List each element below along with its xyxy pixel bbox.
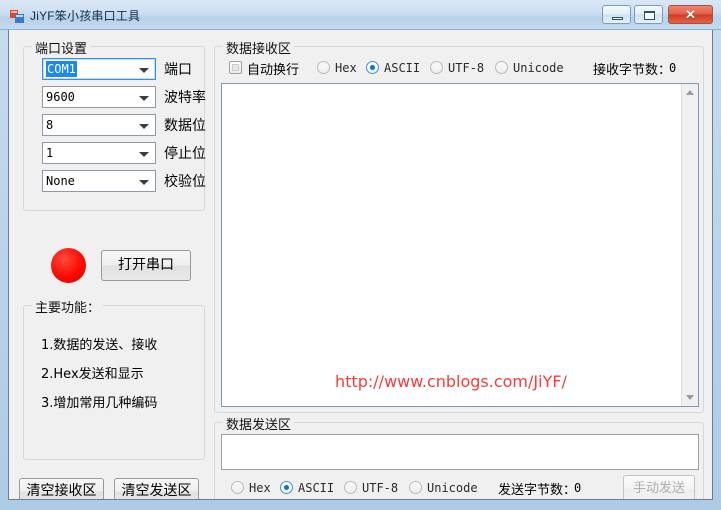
- scroll-down-icon[interactable]: [682, 389, 698, 406]
- baudrate-value: 9600: [46, 90, 75, 104]
- receive-radio-ascii[interactable]: [366, 61, 379, 74]
- send-radio-utf8-label[interactable]: UTF-8: [362, 481, 398, 495]
- application-window: JiYF笨小孩串口工具 ✕ 端口设置 COM1 端口 9600 波特率 8 数据…: [0, 0, 721, 510]
- minimize-icon: [612, 17, 623, 20]
- port-label: 端口: [164, 62, 192, 78]
- receive-byte-count-value: 0: [669, 61, 677, 75]
- maximize-icon: [644, 11, 655, 20]
- watermark-url: http://www.cnblogs.com/JiYF/: [335, 372, 567, 391]
- receive-radio-unicode[interactable]: [495, 61, 508, 74]
- send-radio-unicode[interactable]: [409, 481, 422, 494]
- auto-wrap-checkbox[interactable]: [229, 61, 242, 74]
- clear-receive-button[interactable]: 清空接收区: [19, 478, 104, 499]
- app-form-icon: [9, 8, 25, 24]
- stopbits-label: 停止位: [164, 146, 206, 162]
- feature-item: 3.增加常用几种编码: [41, 396, 158, 411]
- feature-item: 2.Hex发送和显示: [41, 367, 144, 382]
- databits-value: 8: [46, 118, 54, 132]
- receive-radio-utf8-label[interactable]: UTF-8: [448, 61, 484, 75]
- receive-textarea[interactable]: http://www.cnblogs.com/JiYF/: [221, 83, 699, 407]
- send-byte-count-label: 发送字节数：: [498, 483, 577, 498]
- baudrate-combobox[interactable]: 9600: [42, 86, 156, 108]
- port-settings-group: 端口设置 COM1 端口 9600 波特率 8 数据位 1 停止位 None 校…: [23, 38, 206, 211]
- send-radio-unicode-label[interactable]: Unicode: [427, 481, 478, 495]
- parity-label: 校验位: [164, 174, 206, 190]
- databits-label: 数据位: [164, 118, 206, 134]
- receive-radio-ascii-label[interactable]: ASCII: [384, 61, 420, 75]
- receive-radio-hex[interactable]: [317, 61, 330, 74]
- send-controls: Hex ASCII UTF-8 Unicode 发送字节数： 0 手动发送: [221, 475, 699, 499]
- chevron-down-icon: [139, 180, 149, 185]
- receive-radio-hex-label[interactable]: Hex: [335, 61, 357, 75]
- receive-radio-unicode-label[interactable]: Unicode: [513, 61, 564, 75]
- chevron-down-icon: [139, 96, 149, 101]
- baudrate-label: 波特率: [164, 90, 206, 106]
- send-area-title: 数据发送区: [223, 414, 295, 433]
- connection-status-led: [51, 248, 86, 283]
- receive-area-group: 数据接收区 自动换行 Hex ASCII UTF-8 Unicode 接收字节数…: [214, 38, 704, 413]
- parity-value: None: [46, 174, 75, 188]
- databits-combobox[interactable]: 8: [42, 114, 156, 136]
- port-value: COM1: [46, 61, 77, 77]
- send-radio-ascii-label[interactable]: ASCII: [298, 481, 334, 495]
- manual-send-button[interactable]: 手动发送: [623, 475, 695, 499]
- window-title: JiYF笨小孩串口工具: [30, 9, 141, 23]
- feature-item: 1.数据的发送、接收: [41, 338, 158, 353]
- open-port-button[interactable]: 打开串口: [101, 250, 191, 281]
- receive-byte-count-label: 接收字节数：: [593, 63, 672, 78]
- port-settings-title: 端口设置: [32, 38, 91, 57]
- send-radio-hex[interactable]: [231, 481, 244, 494]
- chevron-down-icon: [139, 68, 149, 73]
- stopbits-combobox[interactable]: 1: [42, 142, 156, 164]
- clear-send-button[interactable]: 清空发送区: [114, 478, 199, 499]
- parity-combobox[interactable]: None: [42, 170, 156, 192]
- minimize-button[interactable]: [602, 5, 631, 24]
- auto-wrap-label[interactable]: 自动换行: [247, 59, 299, 78]
- chevron-down-icon: [139, 152, 149, 157]
- send-textarea[interactable]: [221, 434, 699, 470]
- send-radio-ascii[interactable]: [280, 481, 293, 494]
- checkbox-inner: [232, 64, 239, 71]
- client-area: 端口设置 COM1 端口 9600 波特率 8 数据位 1 停止位 None 校…: [8, 30, 713, 500]
- receive-scrollbar[interactable]: [681, 84, 698, 406]
- maximize-button[interactable]: [634, 5, 663, 24]
- scroll-up-icon[interactable]: [682, 84, 698, 101]
- main-features-title: 主要功能：: [32, 297, 104, 316]
- stopbits-value: 1: [46, 146, 54, 160]
- chevron-down-icon: [139, 124, 149, 129]
- receive-area-title: 数据接收区: [223, 38, 295, 57]
- send-radio-hex-label[interactable]: Hex: [249, 481, 271, 495]
- close-button[interactable]: ✕: [668, 5, 713, 24]
- close-icon: ✕: [685, 7, 696, 22]
- send-radio-utf8[interactable]: [344, 481, 357, 494]
- title-bar[interactable]: JiYF笨小孩串口工具 ✕: [0, 0, 721, 30]
- receive-radio-utf8[interactable]: [430, 61, 443, 74]
- receive-controls: 自动换行 Hex ASCII UTF-8 Unicode 接收字节数： 0: [221, 59, 701, 78]
- main-features-group: 主要功能： 1.数据的发送、接收 2.Hex发送和显示 3.增加常用几种编码: [23, 297, 205, 460]
- port-combobox[interactable]: COM1: [42, 58, 156, 80]
- send-byte-count-value: 0: [574, 481, 582, 495]
- send-area-group: 数据发送区 Hex ASCII UTF-8 Unicode 发送字节数： 0 手…: [214, 414, 704, 499]
